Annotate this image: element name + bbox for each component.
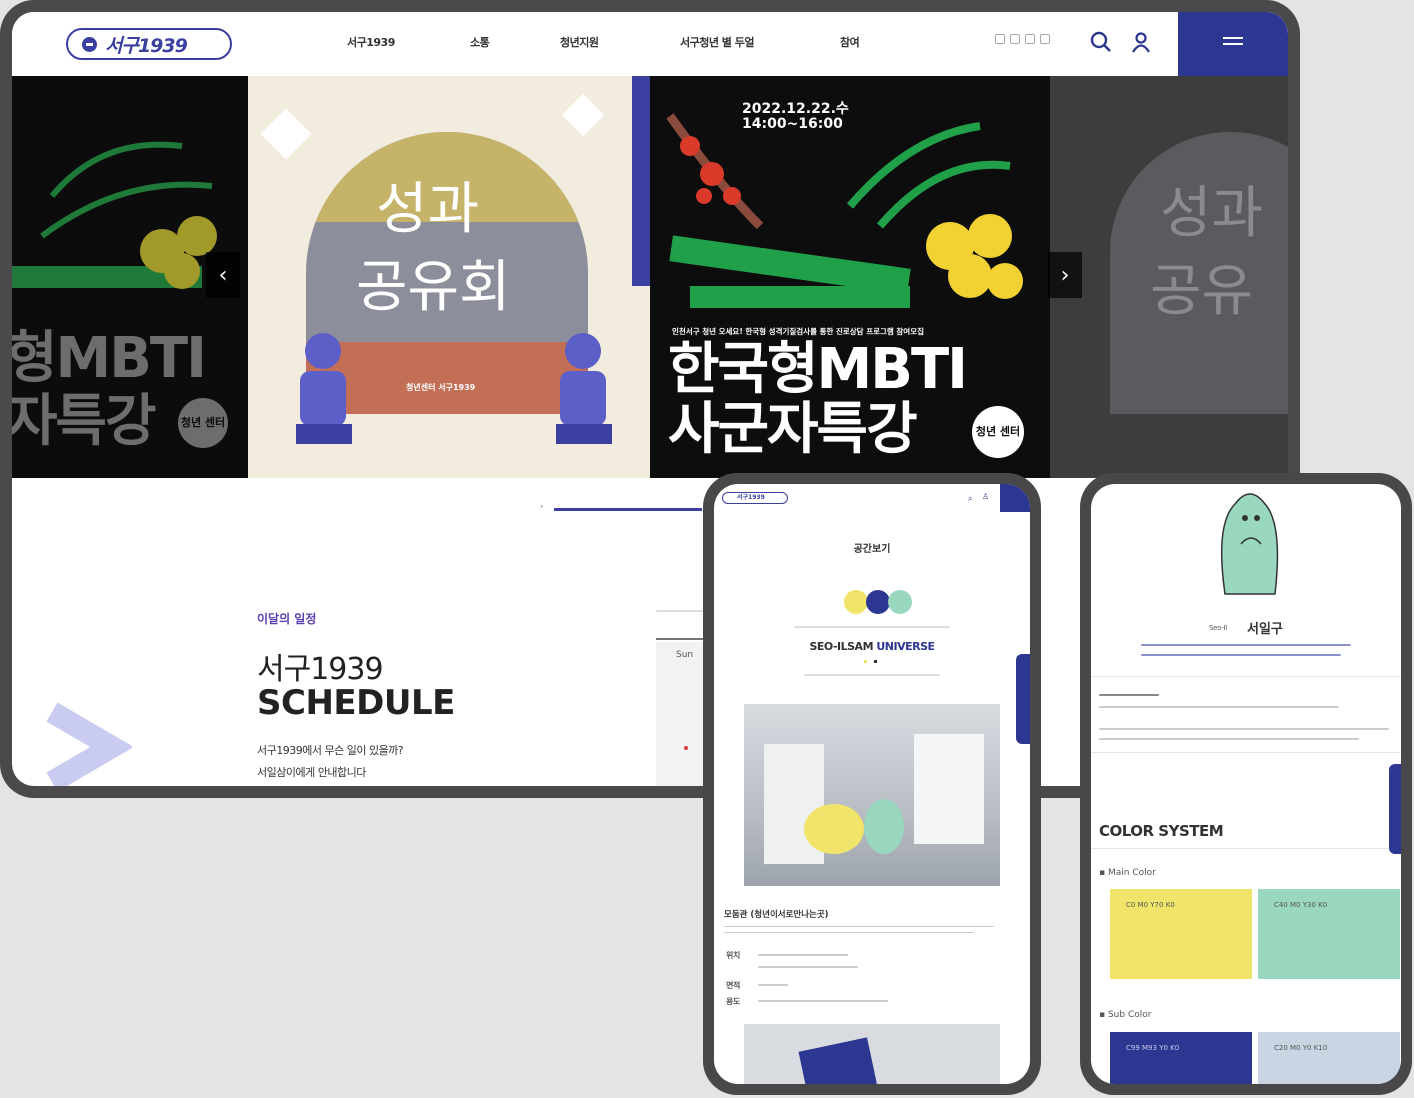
quick-menu-tab[interactable] [1389,764,1401,854]
calendar-event-dot [684,746,688,750]
info-label-use: 용도 [726,997,741,1006]
center-badge: 청년 센터 [178,398,228,448]
phone-screen-space: 서구1939 ⌕ ♙ 공간보기 SEO-ILSAM UNIVERSE 모둠관 (… [714,484,1030,1084]
slide-title-2: 공유회 [356,255,511,320]
phone-mockup-space: 서구1939 ⌕ ♙ 공간보기 SEO-ILSAM UNIVERSE 모둠관 (… [703,473,1041,1095]
phone-menu-button[interactable] [1000,484,1030,512]
char-prefix: Seo-Il [1209,624,1227,632]
phone-screen-color: Seo-Il 서일구 COLOR SYSTEM ▪ Main Color C0 … [1091,484,1401,1084]
slider-next-button[interactable]: › [1048,252,1082,298]
swatch-navy: C99 M93 Y0 K0 [1110,1032,1252,1084]
mbti-main-2: 사군자특강 [668,397,918,462]
slide-title-r2: 공유 [1150,259,1254,324]
schedule-title-2: SCHEDULE [257,683,455,723]
phone-logo[interactable]: 서구1939 [722,492,788,504]
slide-title-r1: 성과 [1160,181,1264,246]
util-icon[interactable] [1040,34,1050,44]
util-icon[interactable] [1010,34,1020,44]
swatch-lightblue: C20 M0 Y0 K10 [1258,1032,1400,1084]
figure-right-icon [556,333,612,444]
mascot-trio-icon [844,590,912,614]
ribbon [632,76,650,286]
hero-slider: 형MBTI 자특강 청년 센터 성과 공유회 청년센터 서구1939 2022.… [12,76,1288,478]
nav-item-participation[interactable]: 참여 [840,34,860,50]
nav-item-youth-support[interactable]: 청년지원 [560,34,599,50]
slide-subtitle: 인천서구 청년 오세요! 한국형 성격기질검사를 통한 진로상담 프로그램 참여… [672,327,925,336]
utility-icons [995,34,1050,44]
star-decor [561,93,605,137]
main-color-label: ▪ Main Color [1099,868,1156,878]
sub-color-label: ▪ Sub Color [1099,1010,1152,1020]
slide-mbti-main[interactable]: 2022.12.22.수 14:00~16:00 인천서구 청년 오세요! 한국형… [650,76,1050,478]
schedule-desc-2: 서일삼이에게 안내합니다 [257,766,366,779]
slide-footer: 청년센터 서구1939 [406,383,476,392]
figure-left-icon [296,333,352,444]
slider-progress-bar [554,508,702,511]
space-photo [744,704,1000,886]
util-icon[interactable] [1025,34,1035,44]
user-icon[interactable] [1130,31,1152,53]
logo-icon [82,36,97,52]
slide-performance-share[interactable]: 성과 공유회 청년센터 서구1939 [248,76,650,478]
schedule-desc-1: 서구1939에서 무슨 일이 있을까? [257,744,404,757]
search-icon[interactable] [1090,31,1112,53]
nav-item-seogu1939[interactable]: 서구1939 [347,34,395,50]
quick-menu-tab[interactable] [1016,654,1030,744]
info-label-area: 면적 [726,981,741,990]
room-title: 모둠관 (청년이서로만나는곳) [724,910,829,920]
mascot-mint-icon [1220,493,1279,595]
phone-user-icon[interactable]: ♙ [982,492,989,501]
phone-brand: SEO-ILSAM UNIVERSE [809,640,935,653]
char-name: 서일구 [1247,622,1283,637]
phone-search-icon[interactable]: ⌕ [968,494,972,504]
phone-mockup-color: Seo-Il 서일구 COLOR SYSTEM ▪ Main Color C0 … [1080,473,1412,1095]
logo-text: 서구1939 [105,34,188,57]
schedule-title-1: 서구1939 [257,652,384,687]
color-system-title: COLOR SYSTEM [1099,822,1224,840]
center-badge: 청년 센터 [972,406,1024,458]
slide-performance-right[interactable]: 성과 공유 [1050,76,1288,478]
nav-item-youth-star[interactable]: 서구청년 별 두얼 [680,34,755,50]
info-label-location: 위치 [726,951,741,960]
chevron-decor-icon [46,702,132,786]
util-icon[interactable] [995,34,1005,44]
swatch-mint: C40 M0 Y30 K0 [1258,889,1400,979]
phone-heading: 공간보기 [853,544,891,555]
site-header: 서구1939 서구1939 소통 청년지원 서구청년 별 두얼 참여 [12,12,1288,76]
slider-prev-button[interactable]: ‹ [206,252,240,298]
mbti-main-1: 한국형MBTI [668,337,968,402]
hamburger-menu-button[interactable] [1178,12,1288,76]
pager-prev-icon[interactable]: › [540,502,544,512]
swatch-yellow: C0 M0 Y70 K0 [1110,889,1252,979]
nav-item-communication[interactable]: 소통 [470,34,490,50]
mbti-text-1: 형MBTI [12,326,207,391]
slide-title-1: 성과 [376,177,480,242]
calendar-day-label: Sun [676,650,694,660]
site-logo[interactable]: 서구1939 [66,28,232,60]
star-decor [260,108,312,160]
plum-flower-illustration [666,113,1023,308]
space-photo-2 [744,1024,1000,1084]
mbti-text-2: 자특강 [12,389,157,454]
schedule-caption: 이달의 일정 [257,612,317,626]
